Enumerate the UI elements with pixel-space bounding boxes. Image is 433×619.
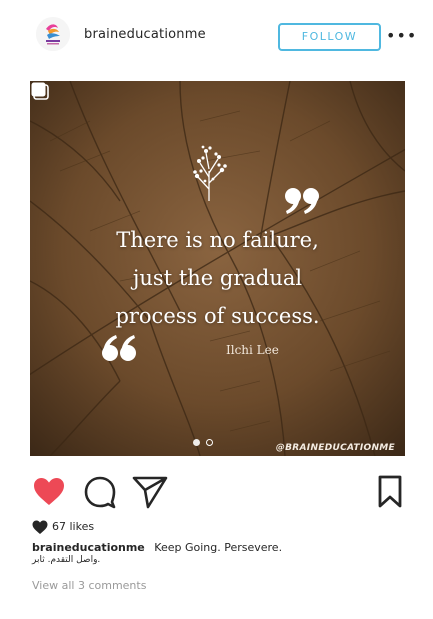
quote-text: There is no failure, just the gradual pr… — [30, 221, 405, 335]
quote-line: process of success. — [115, 304, 320, 328]
bookmark-icon[interactable] — [372, 474, 408, 510]
more-options-icon[interactable]: ••• — [386, 26, 417, 45]
send-icon[interactable] — [132, 474, 168, 510]
caption-arabic-text: واصل التقدم. ثابر. — [32, 555, 101, 565]
carousel-dot[interactable] — [206, 439, 213, 446]
heart-icon[interactable] — [31, 474, 67, 510]
header-username[interactable]: braineducationme — [84, 27, 206, 42]
quote-line: just the gradual — [132, 266, 303, 290]
likes-count[interactable]: 67 likes — [52, 520, 94, 533]
quote-line: There is no failure, — [116, 228, 319, 252]
post-header: braineducationme FOLLOW ••• — [0, 0, 433, 72]
follow-button[interactable]: FOLLOW — [278, 23, 381, 51]
action-bar — [0, 470, 433, 510]
profile-avatar[interactable] — [36, 17, 70, 51]
carousel-dot-active[interactable] — [193, 439, 200, 446]
caption-username[interactable]: braineducationme — [32, 541, 145, 554]
post-image[interactable]: There is no failure, just the gradual pr… — [30, 81, 405, 456]
quote-author: Ilchi Lee — [226, 343, 279, 357]
caption-text: Keep Going. Persevere. — [154, 541, 283, 554]
carousel-indicator — [193, 439, 217, 449]
multiple-posts-icon — [31, 82, 49, 100]
likes-heart-icon — [32, 520, 48, 534]
comment-icon[interactable] — [82, 474, 118, 510]
view-all-comments-link[interactable]: View all 3 comments — [32, 579, 146, 592]
watermark-text: @BRAINEDUCATIONME — [275, 443, 395, 453]
caption: braineducationme Keep Going. Persevere. — [32, 541, 282, 554]
